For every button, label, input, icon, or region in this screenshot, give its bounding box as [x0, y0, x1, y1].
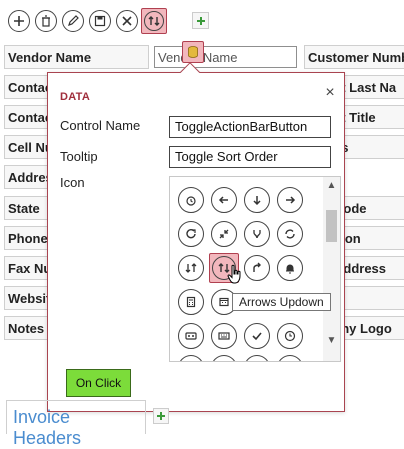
- delete-icon[interactable]: [35, 10, 57, 32]
- arrow-down-icon[interactable]: [244, 187, 270, 213]
- control-name-input[interactable]: ToggleActionBarButton: [169, 116, 331, 138]
- swap-icon[interactable]: [178, 255, 204, 281]
- more-2-icon[interactable]: [211, 355, 237, 361]
- tooltip-input[interactable]: Toggle Sort Order: [169, 146, 331, 168]
- check-icon[interactable]: [244, 323, 270, 349]
- calculator-icon[interactable]: [178, 289, 204, 315]
- data-properties-popup: DATA × Control Name ToggleActionBarButto…: [47, 72, 345, 412]
- invoice-headers-tab[interactable]: Invoice Headers: [6, 400, 146, 448]
- vendor-name-label: Vendor Name: [4, 45, 149, 69]
- scroll-down-icon[interactable]: ▼: [326, 335, 337, 346]
- control-name-label: Control Name: [60, 118, 141, 133]
- bell-icon[interactable]: [277, 255, 303, 281]
- arrow-right-icon[interactable]: [277, 187, 303, 213]
- close-icon[interactable]: ×: [322, 85, 338, 101]
- alarm-icon[interactable]: [178, 187, 204, 213]
- arrow-left-icon[interactable]: [211, 187, 237, 213]
- keyboard-icon[interactable]: [211, 323, 237, 349]
- icon-label: Icon: [60, 175, 85, 190]
- scroll-thumb[interactable]: [326, 210, 337, 242]
- toggle-sort-icon: [144, 11, 164, 31]
- tooltip-label: Tooltip: [60, 149, 98, 164]
- redirect-icon[interactable]: [244, 255, 270, 281]
- customer-number-label: Customer Numb: [304, 45, 404, 69]
- more-1-icon[interactable]: [178, 355, 204, 361]
- hand-cursor-icon: [227, 264, 241, 284]
- scroll-up-icon[interactable]: ▲: [326, 180, 337, 191]
- vendor-name-input[interactable]: Vendor Name: [154, 46, 297, 68]
- merge-icon[interactable]: [244, 221, 270, 247]
- popup-title: DATA: [60, 91, 91, 103]
- add-invoice-header-button[interactable]: [153, 408, 169, 424]
- more-3-icon[interactable]: [244, 355, 270, 361]
- collapse-icon[interactable]: [211, 221, 237, 247]
- refresh-icon[interactable]: [277, 221, 303, 247]
- add-icon[interactable]: [8, 10, 30, 32]
- icon-tooltip: Arrows Updown: [232, 293, 331, 311]
- icon-picker-grid[interactable]: ▲ ▼: [169, 176, 341, 362]
- edit-icon[interactable]: [62, 10, 84, 32]
- save-icon[interactable]: [89, 10, 111, 32]
- database-icon[interactable]: [182, 41, 204, 63]
- voicemail-icon[interactable]: [178, 323, 204, 349]
- more-4-icon[interactable]: [277, 355, 303, 361]
- toggle-sort-button[interactable]: [141, 8, 167, 34]
- on-click-button[interactable]: On Click: [66, 369, 131, 397]
- add-action-button[interactable]: [192, 12, 209, 29]
- clock-icon[interactable]: [277, 323, 303, 349]
- icon-grid-scrollbar[interactable]: ▲ ▼: [323, 177, 340, 361]
- cancel-icon[interactable]: [116, 10, 138, 32]
- rotate-icon[interactable]: [178, 221, 204, 247]
